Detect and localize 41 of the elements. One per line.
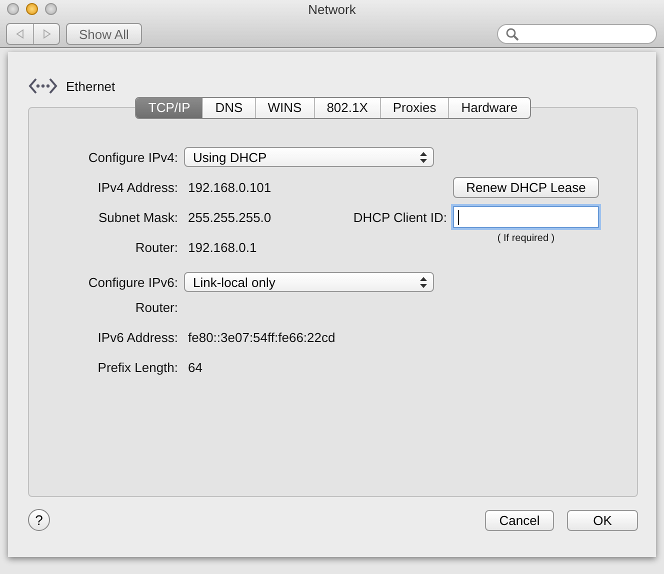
tab[interactable]: 802.1X	[314, 98, 380, 118]
field-value: 192.168.0.1	[188, 240, 257, 254]
field-label: Subnet Mask:	[98, 210, 178, 224]
right-triangle-icon	[42, 29, 50, 39]
dialog-button[interactable]: OK	[567, 510, 638, 530]
minimize-icon[interactable]	[26, 3, 38, 15]
popup-menu[interactable]: Using DHCP	[184, 147, 434, 167]
field-label: Router:	[135, 240, 178, 254]
dialog-button[interactable]: Cancel	[485, 510, 554, 530]
field-value: 64	[188, 360, 202, 374]
left-triangle-icon	[16, 29, 24, 39]
tab[interactable]: TCP/IP	[136, 98, 202, 118]
updown-arrows-icon	[420, 276, 427, 288]
tab[interactable]: DNS	[202, 98, 255, 118]
field-label: IPv6 Address:	[98, 330, 178, 344]
interface-name: Ethernet	[66, 78, 116, 94]
renew-button[interactable]: Renew DHCP Lease	[453, 176, 599, 198]
window-title: Network	[308, 1, 356, 19]
field-label: IPv4 Address:	[98, 180, 178, 194]
input-field[interactable]	[453, 206, 599, 228]
hint-text: ( If required )	[497, 232, 555, 244]
field-label: Prefix Length:	[98, 360, 178, 374]
field-label: Configure IPv4:	[88, 150, 178, 164]
field-label: Configure IPv6:	[88, 274, 178, 290]
search-icon	[506, 28, 519, 40]
tab[interactable]: Hardware	[448, 98, 530, 118]
field-value: 192.168.0.101	[188, 180, 272, 194]
help-button[interactable]: ?	[28, 509, 50, 531]
close-icon[interactable]	[7, 3, 19, 15]
tab[interactable]: WINS	[254, 98, 314, 118]
field-label: Router:	[135, 300, 178, 314]
field-value: fe80::3e07:54ff:fe66:22cd	[188, 330, 336, 344]
show-all-button[interactable]: Show All	[66, 23, 142, 45]
field-value: 255.255.255.0	[188, 210, 272, 224]
popup-menu[interactable]: Link-local only	[184, 272, 434, 292]
updown-arrows-icon	[420, 152, 427, 162]
field-label: DHCP Client ID:	[353, 210, 447, 224]
search-field[interactable]	[497, 24, 657, 44]
zoom-icon[interactable]	[45, 3, 57, 15]
tab[interactable]: Proxies	[380, 98, 448, 118]
ethernet-icon	[28, 76, 58, 96]
